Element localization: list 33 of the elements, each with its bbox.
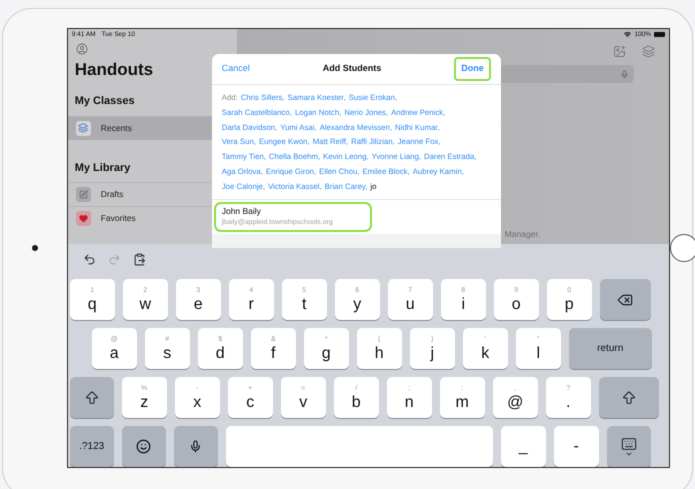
sidebar-item-label: Drafts [100, 188, 124, 201]
add-image-icon[interactable] [613, 45, 626, 58]
section-heading: My Classes [74, 94, 135, 109]
delete-key[interactable] [600, 279, 651, 320]
dismiss-keyboard-key[interactable] [606, 426, 651, 467]
add-layers-icon[interactable] [642, 45, 655, 58]
wifi-icon [624, 31, 632, 38]
home-button[interactable] [670, 234, 695, 262]
manager-text: Manager. [504, 228, 542, 241]
return-key[interactable]: return [568, 328, 652, 369]
shift-key[interactable] [70, 377, 114, 418]
smiley-icon [136, 439, 152, 454]
profile-icon[interactable] [76, 43, 88, 55]
paste-icon[interactable] [132, 252, 146, 266]
pencil-square-icon [76, 187, 91, 202]
emoji-key[interactable] [122, 426, 166, 467]
numbers-key[interactable]: .?123 [70, 426, 114, 467]
layers-icon [76, 120, 91, 136]
key[interactable]: - [554, 426, 599, 467]
microphone-icon [620, 70, 629, 78]
sidebar-item-label: Favorites [100, 212, 136, 225]
undo-icon[interactable] [82, 252, 96, 266]
sidebar-title: Handouts [74, 61, 154, 78]
shift-icon [84, 390, 100, 406]
microphone-icon [189, 440, 202, 453]
keyboard-icon [620, 436, 637, 458]
key[interactable]: _ [500, 426, 546, 467]
shift-icon [620, 390, 637, 406]
sidebar-item-label: Recents [100, 122, 132, 134]
sheet-title: Add Students [322, 62, 382, 76]
dictation-key[interactable] [174, 426, 218, 467]
battery-icon [654, 32, 665, 37]
section-heading: My Library [74, 160, 130, 176]
